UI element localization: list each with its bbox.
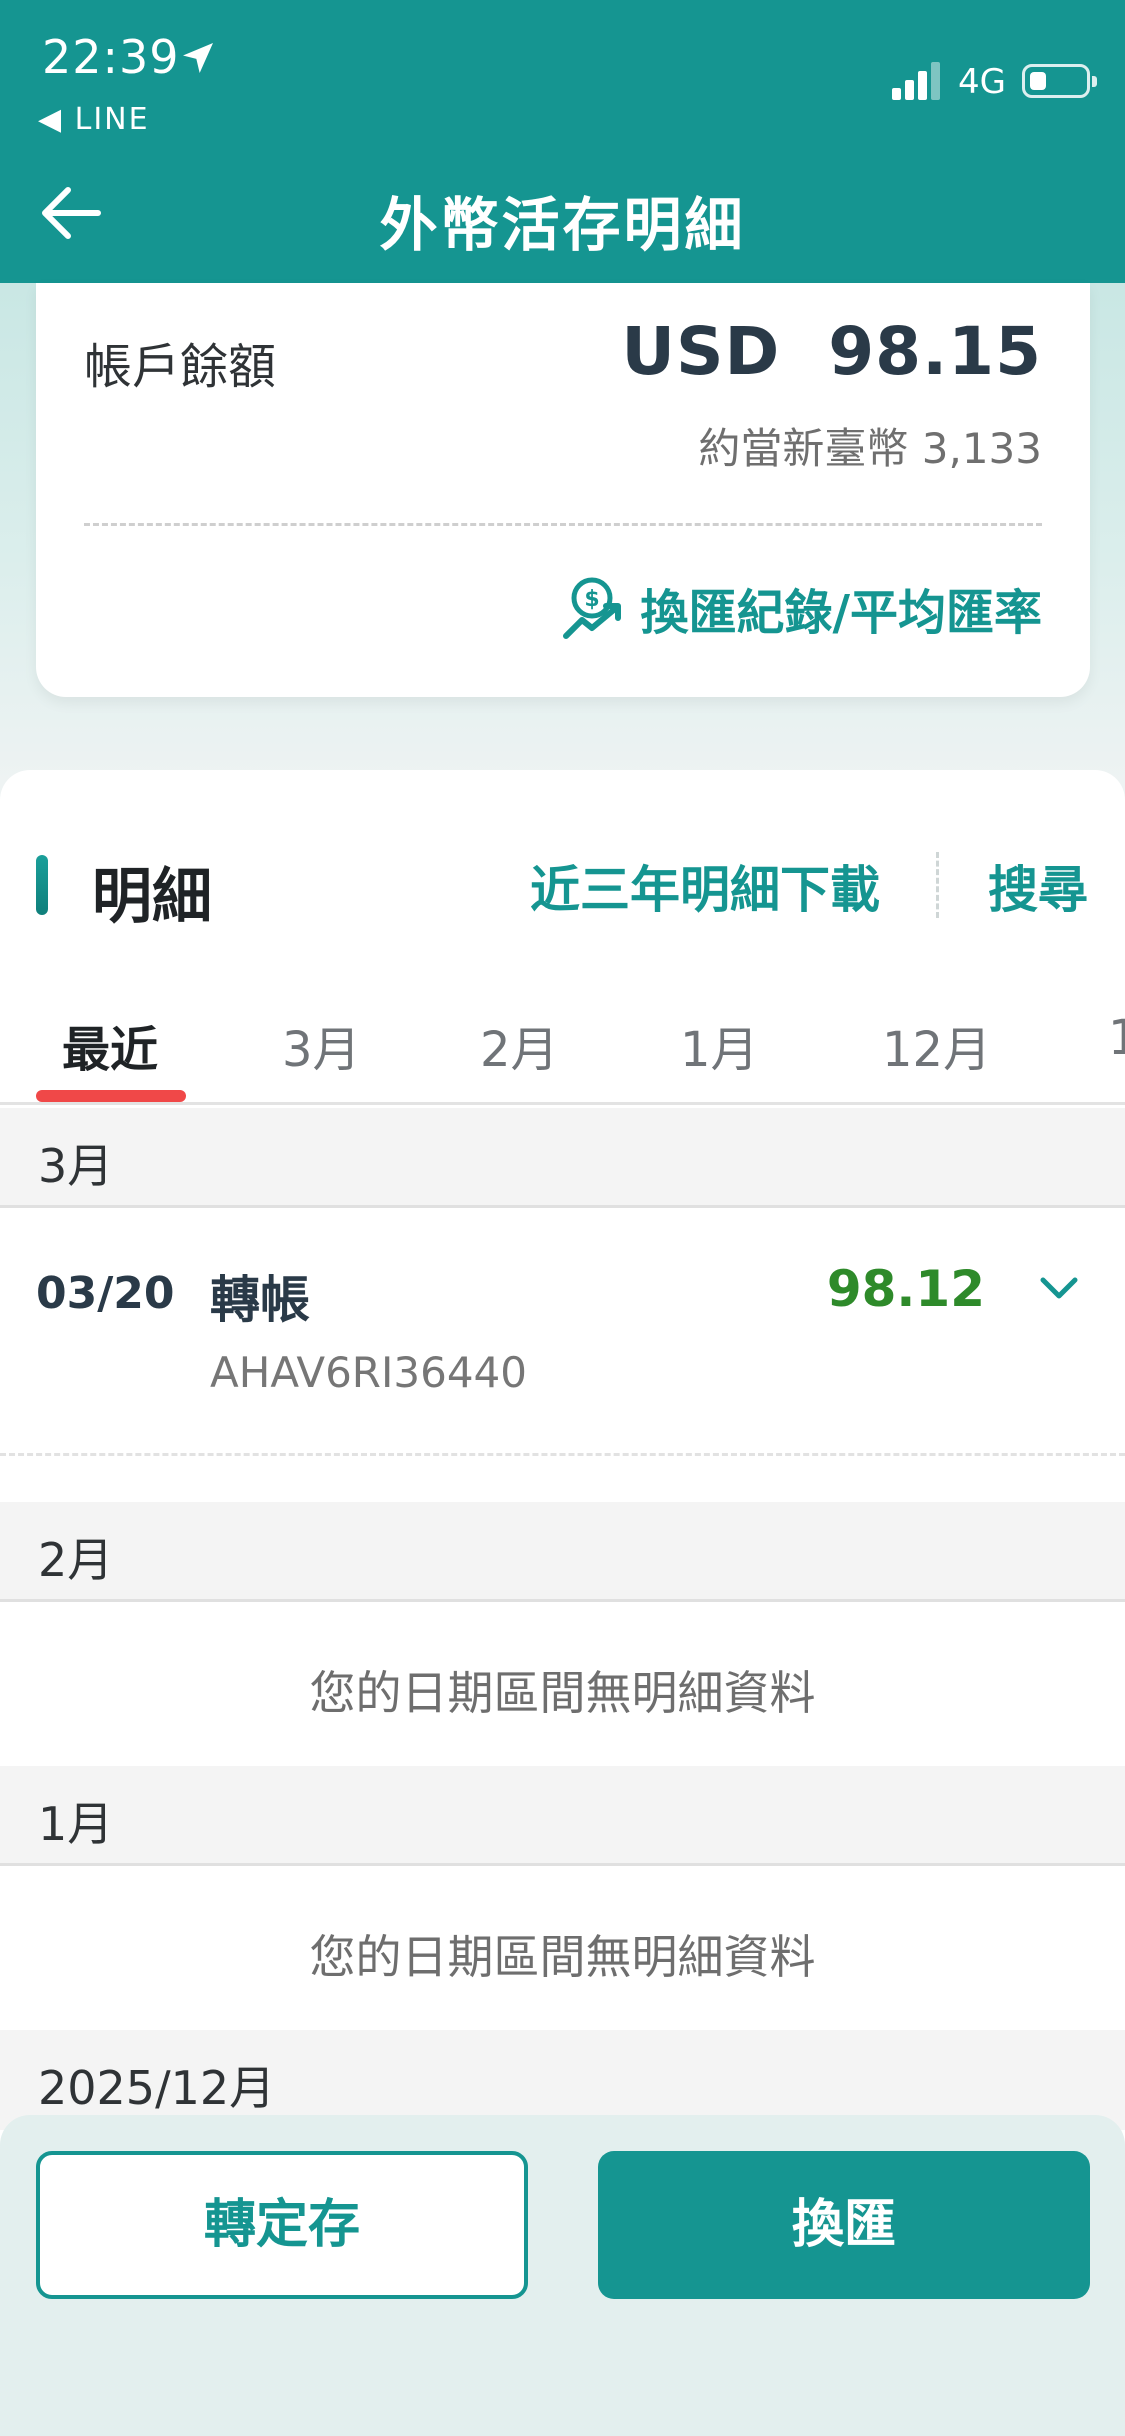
balance-amount: USD 98.15: [621, 313, 1042, 390]
transaction-type: 轉帳: [210, 1271, 310, 1329]
link-separator: [936, 852, 939, 918]
active-tab-indicator: [36, 1090, 186, 1102]
network-type: 4G: [958, 62, 1006, 102]
location-arrow-icon: [183, 43, 213, 73]
details-title: 明細: [92, 862, 212, 932]
battery-icon: [1022, 64, 1097, 98]
time-deposit-button[interactable]: 轉定存: [36, 2151, 528, 2299]
month-label: 2025/12月: [38, 2061, 276, 2115]
empty-state-text: 您的日期區間無明細資料: [309, 1666, 816, 1720]
status-time: 22:39: [42, 30, 180, 84]
fx-record-label: 換匯紀錄/平均匯率: [640, 585, 1042, 641]
month-label: 3月: [38, 1139, 114, 1193]
exchange-button[interactable]: 換匯: [598, 2151, 1090, 2299]
download-3yr-link[interactable]: 近三年明細下載: [530, 850, 880, 922]
row-divider: [0, 1453, 1125, 1456]
transaction-row[interactable]: 03/20 轉帳 AHAV6RI36440 98.12: [0, 1208, 1125, 1458]
details-panel: 明細 近三年明細下載 搜尋 最近 3月 2月 1月 12月 1 3月 03/20…: [0, 770, 1125, 2220]
transaction-amount: 98.12: [826, 1260, 985, 1318]
transaction-date: 03/20: [36, 1268, 175, 1319]
balance-label: 帳戶餘額: [84, 339, 277, 395]
month-header: 1月: [0, 1766, 1125, 1866]
tab-overflow[interactable]: 1: [1108, 1010, 1125, 1066]
tab-january[interactable]: 1月: [680, 1010, 759, 1080]
search-link[interactable]: 搜尋: [988, 850, 1088, 922]
empty-state-text: 您的日期區間無明細資料: [309, 1930, 816, 1984]
bottom-action-bar: 轉定存 換匯: [0, 2115, 1125, 2436]
empty-state-row: 您的日期區間無明細資料: [0, 1869, 1125, 2034]
empty-state-row: 您的日期區間無明細資料: [0, 1605, 1125, 1770]
month-tabs: 最近 3月 2月 1月 12月 1: [0, 980, 1125, 1105]
exchange-record-icon: $: [563, 577, 622, 639]
card-divider: [84, 523, 1042, 526]
tab-recent[interactable]: 最近: [62, 1010, 158, 1080]
month-label: 1月: [38, 1797, 114, 1851]
balance-card: 帳戶餘額 USD 98.15 約當新臺幣 3,133 $ 換匯紀錄/平均匯率: [36, 283, 1090, 697]
page-title: 外幣活存明細: [379, 191, 746, 259]
section-accent-bar: [36, 855, 48, 915]
month-header: 2月: [0, 1502, 1125, 1602]
cellular-signal-icon: [892, 62, 940, 100]
svg-text:$: $: [585, 587, 600, 612]
twd-equivalent: 約當新臺幣 3,133: [698, 424, 1042, 473]
tab-february[interactable]: 2月: [480, 1010, 559, 1080]
tab-march[interactable]: 3月: [282, 1010, 361, 1080]
fx-record-link[interactable]: $ 換匯紀錄/平均匯率: [562, 573, 1042, 643]
transaction-reference: AHAV6RI36440: [210, 1348, 527, 1397]
chevron-down-icon[interactable]: [1037, 1268, 1081, 1308]
app-header: 22:39 ◀ LINE 4G 外幣活存明細: [0, 0, 1125, 283]
back-to-app-link[interactable]: ◀ LINE: [38, 102, 150, 137]
tab-december[interactable]: 12月: [882, 1010, 991, 1080]
month-label: 2月: [38, 1533, 114, 1587]
month-header: 3月: [0, 1108, 1125, 1208]
